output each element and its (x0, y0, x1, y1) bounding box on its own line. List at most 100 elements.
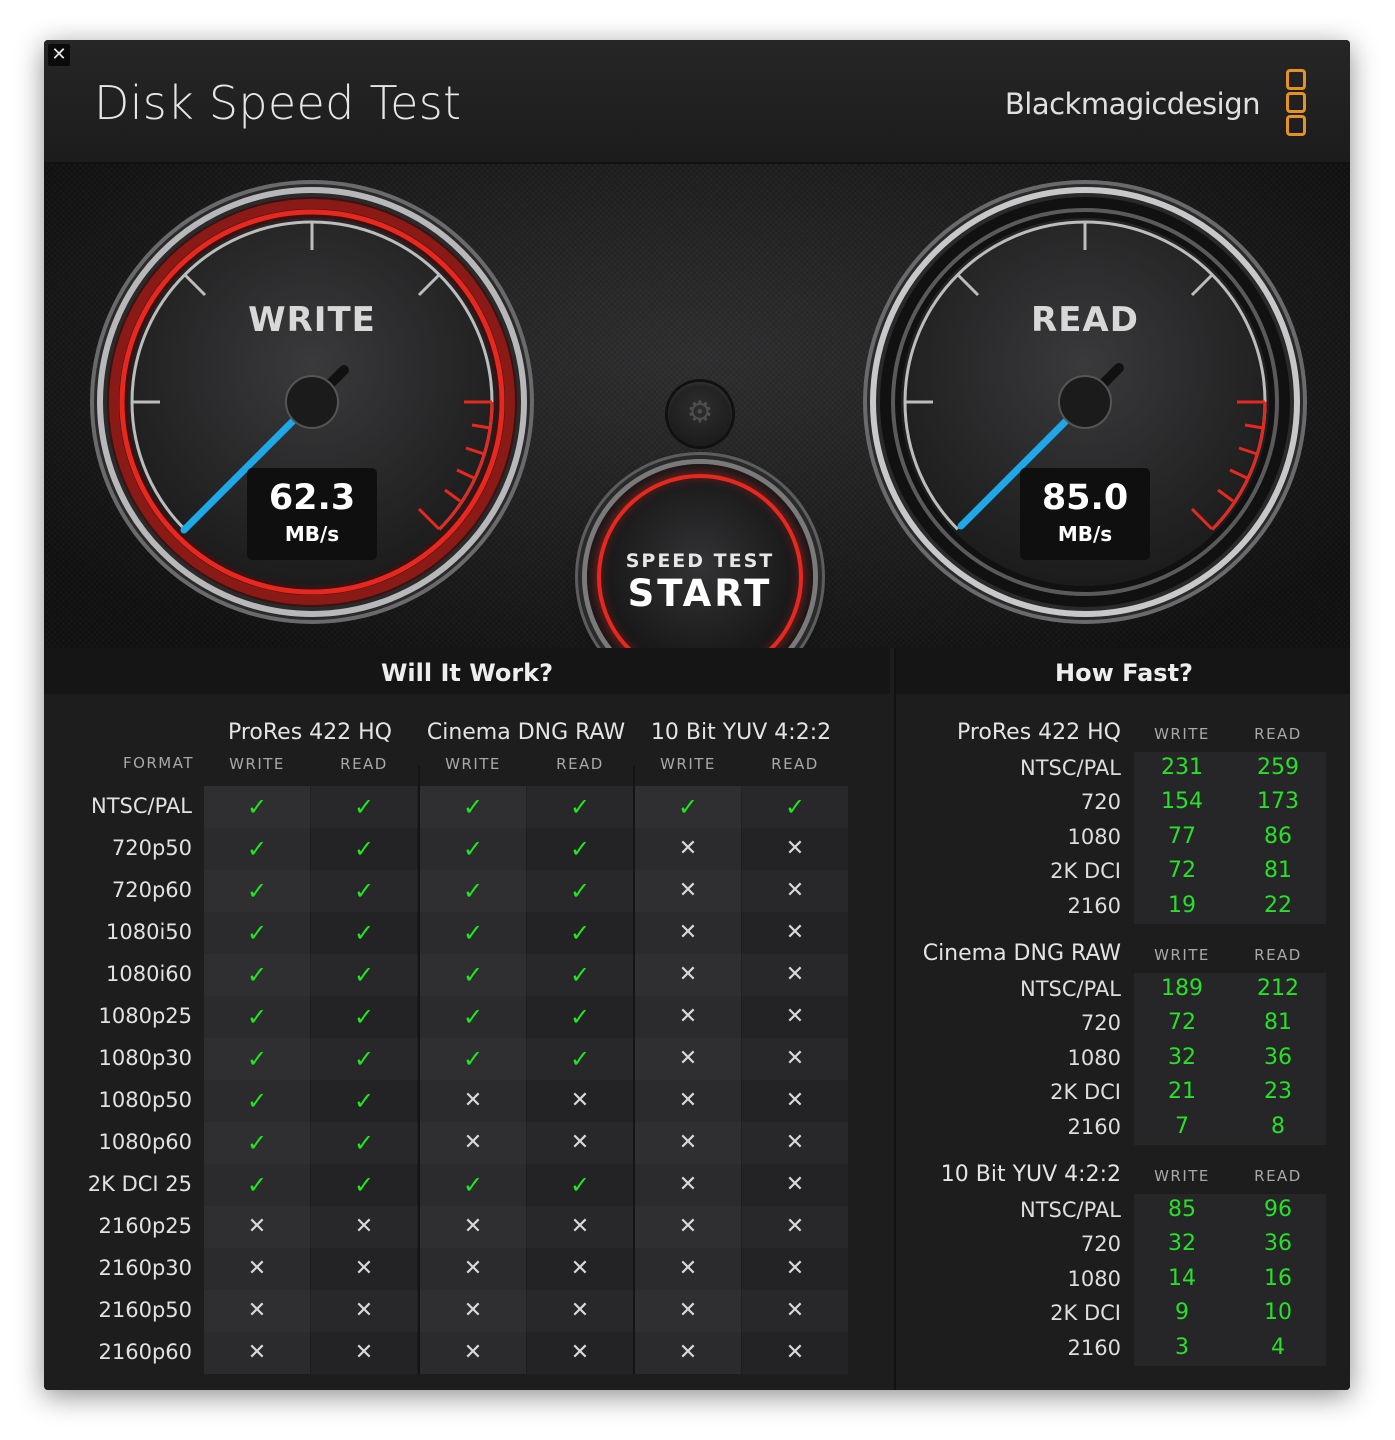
cross-icon: ✕ (678, 878, 698, 903)
check-icon: ✓ (246, 1003, 268, 1031)
format-label: 1080p60 (98, 1130, 193, 1154)
check-icon: ✓ (353, 793, 375, 821)
write-speed-cell: 32 (1168, 1044, 1196, 1070)
check-icon: ✓ (353, 1129, 375, 1157)
check-icon: ✓ (353, 1171, 375, 1199)
format-label: 720p50 (111, 836, 192, 860)
check-icon: ✓ (246, 1171, 268, 1199)
read-column-header: READ (771, 755, 819, 773)
check-icon: ✓ (246, 877, 268, 905)
write-column-header: WRITE (229, 755, 285, 773)
cross-icon: ✕ (678, 1004, 698, 1029)
write-column-header: WRITE (1154, 946, 1210, 964)
cross-icon: ✕ (785, 1004, 805, 1029)
cross-icon: ✕ (354, 1340, 374, 1365)
write-speed-cell: 231 (1161, 755, 1203, 780)
brand-logo-text: Blackmagicdesign (1004, 87, 1261, 121)
cross-icon: ✕ (463, 1214, 483, 1239)
check-icon: ✓ (462, 1045, 484, 1073)
write-speed-cell: 3 (1175, 1334, 1189, 1360)
read-speed-cell: 4 (1271, 1334, 1285, 1360)
cross-icon: ✕ (463, 1298, 483, 1323)
read-column-header: READ (340, 755, 388, 773)
read-speed-cell: 8 (1271, 1113, 1285, 1139)
check-icon: ✓ (569, 793, 591, 821)
check-icon: ✓ (246, 919, 268, 947)
write-speed-cell: 32 (1168, 1231, 1196, 1257)
check-icon: ✓ (462, 1171, 484, 1199)
title-bar: Disk Speed Test Blackmagicdesign (44, 40, 1350, 164)
speed-format-label: 1080 (1067, 1266, 1121, 1291)
write-speed-cell: 14 (1168, 1265, 1196, 1291)
start-button-label: START (627, 572, 773, 615)
read-speed-cell: 16 (1264, 1265, 1292, 1291)
speed-codec-header: Cinema DNG RAW (922, 941, 1121, 966)
read-speed-value: 85.0 (1041, 478, 1129, 518)
write-speed-cell: 19 (1168, 892, 1196, 918)
speed-format-label: NTSC/PAL (1020, 756, 1121, 780)
cross-icon: ✕ (463, 1340, 483, 1365)
read-speed-cell: 86 (1264, 823, 1292, 849)
write-speed-cell: 7 (1175, 1113, 1189, 1139)
speed-codec-header: 10 Bit YUV 4:2:2 (940, 1162, 1121, 1187)
start-button-caption: SPEED TEST (625, 550, 775, 572)
cross-icon: ✕ (785, 878, 805, 903)
cross-icon: ✕ (678, 1088, 698, 1113)
read-speed-cell: 81 (1264, 1010, 1292, 1036)
write-column-header: WRITE (1154, 1167, 1210, 1185)
check-icon: ✓ (246, 835, 268, 863)
check-icon: ✓ (462, 877, 484, 905)
check-icon: ✓ (246, 961, 268, 989)
cross-icon: ✕ (570, 1298, 590, 1323)
gear-icon: ⚙ (686, 395, 714, 430)
read-speed-readout: 85.0 MB/s (1020, 468, 1150, 560)
will-it-work-panel: Will It Work? ProRes 422 HQ WRITE READ Cine… (44, 648, 890, 1390)
cross-icon: ✕ (247, 1256, 267, 1281)
cross-icon: ✕ (678, 1214, 698, 1239)
close-button[interactable]: ✕ (48, 44, 70, 66)
check-icon: ✓ (569, 961, 591, 989)
cross-icon: ✕ (785, 1256, 805, 1281)
check-icon: ✓ (353, 835, 375, 863)
format-label: 2160p25 (98, 1214, 193, 1238)
cross-icon: ✕ (247, 1298, 267, 1323)
format-label: 2160p50 (98, 1298, 193, 1322)
read-speed-cell: 10 (1264, 1300, 1292, 1326)
cross-icon: ✕ (570, 1088, 590, 1113)
write-speed-cell: 9 (1175, 1300, 1189, 1326)
cross-icon: ✕ (785, 1088, 805, 1113)
read-speed-cell: 96 (1264, 1197, 1292, 1222)
cross-icon: ✕ (354, 1256, 374, 1281)
read-speed-cell: 173 (1257, 789, 1299, 815)
format-label: NTSC/PAL (91, 794, 192, 818)
cross-icon: ✕ (785, 920, 805, 945)
check-icon: ✓ (246, 1087, 268, 1115)
format-label: 2160p30 (98, 1256, 193, 1280)
cross-icon: ✕ (785, 962, 805, 987)
results-area: Will It Work? ProRes 422 HQ WRITE READ Cine… (44, 648, 1350, 1390)
cross-icon: ✕ (785, 1130, 805, 1155)
read-speed-cell: 259 (1257, 755, 1299, 780)
check-icon: ✓ (246, 1045, 268, 1073)
format-label: 720p60 (111, 878, 192, 902)
how-fast-panel: How Fast? ProRes 422 HQ WRITE READ NTSC/PAL… (894, 648, 1350, 1390)
cross-icon: ✕ (785, 1298, 805, 1323)
how-fast-title: How Fast? (896, 648, 1350, 694)
settings-button[interactable]: ⚙ (668, 382, 732, 446)
check-icon: ✓ (462, 835, 484, 863)
check-icon: ✓ (784, 793, 806, 821)
format-column-header: FORMAT (122, 754, 194, 772)
cross-icon: ✕ (678, 1298, 698, 1323)
check-icon: ✓ (353, 1003, 375, 1031)
check-icon: ✓ (353, 1087, 375, 1115)
cross-icon: ✕ (247, 1340, 267, 1365)
cross-icon: ✕ (570, 1214, 590, 1239)
speed-codec-header: ProRes 422 HQ (956, 720, 1121, 745)
speed-format-label: 1080 (1067, 1045, 1121, 1070)
write-speed-cell: 85 (1168, 1197, 1196, 1222)
read-speed-cell: 36 (1264, 1044, 1292, 1070)
speed-format-label: 2160 (1067, 893, 1121, 918)
format-label: 2160p60 (98, 1340, 193, 1364)
cross-icon: ✕ (463, 1256, 483, 1281)
speed-format-label: 2K DCI (1050, 1080, 1121, 1105)
